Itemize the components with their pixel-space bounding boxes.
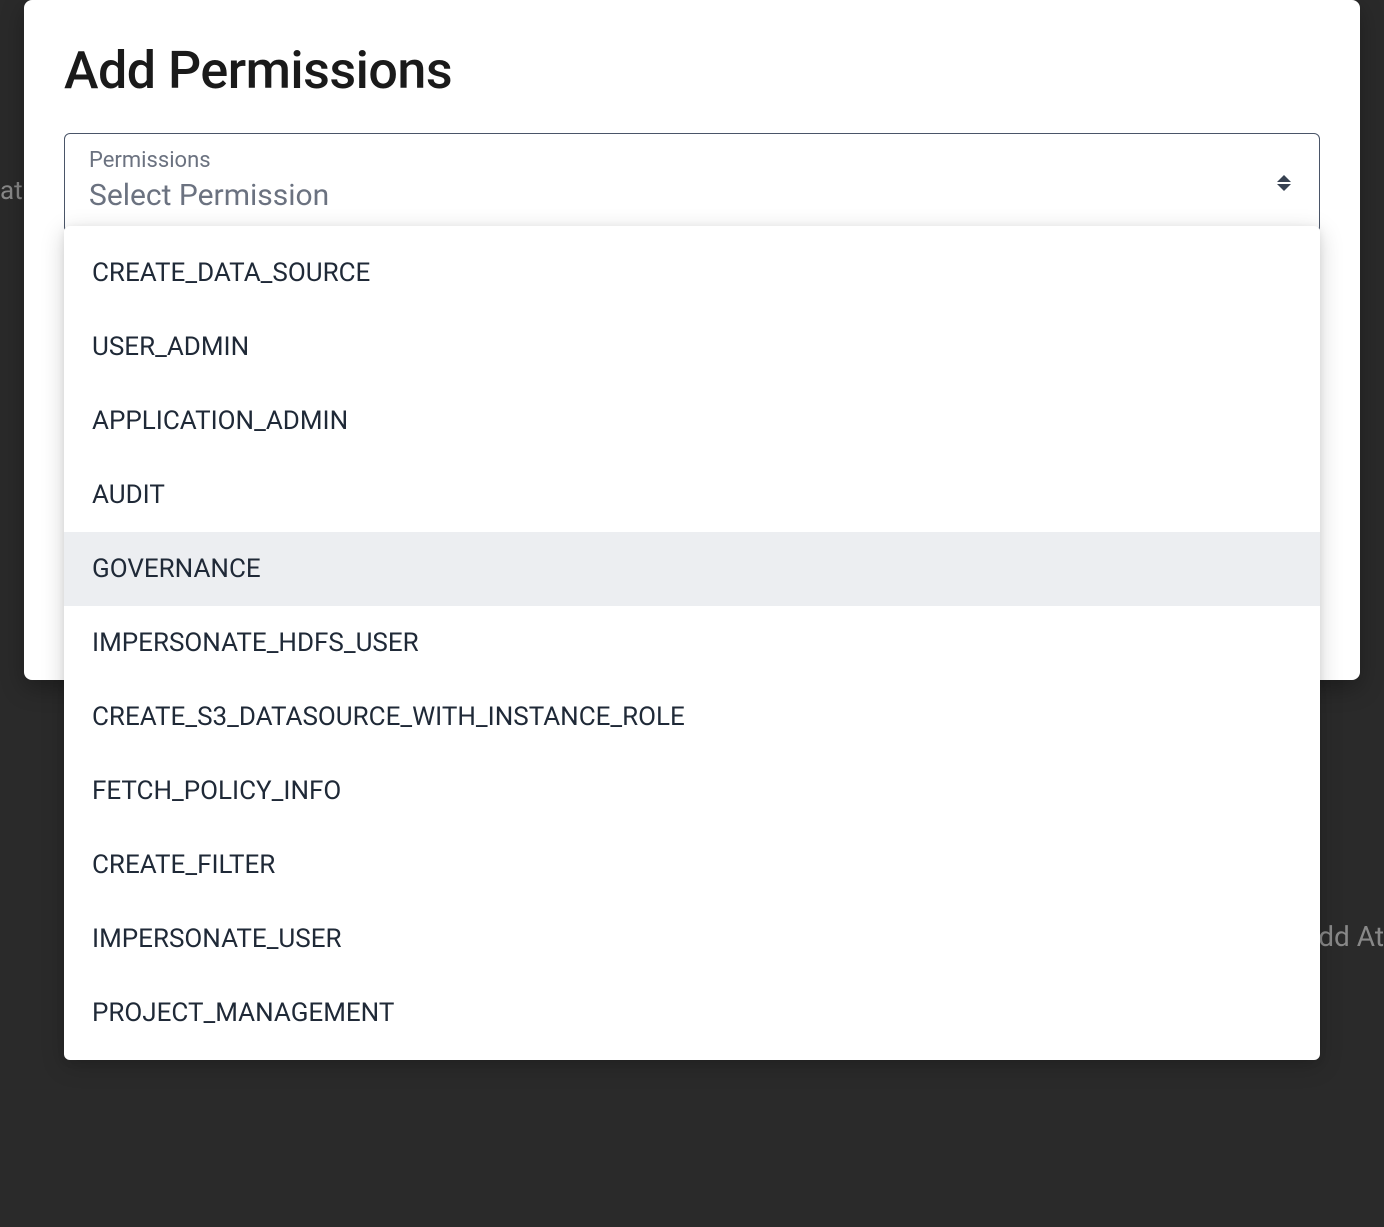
permission-option[interactable]: FETCH_POLICY_INFO	[64, 754, 1320, 828]
permissions-select[interactable]: Permissions Select Permission	[64, 133, 1320, 233]
permission-option[interactable]: IMPERSONATE_USER	[64, 902, 1320, 976]
permission-option[interactable]: PROJECT_MANAGEMENT	[64, 976, 1320, 1050]
permission-option[interactable]: CREATE_DATA_SOURCE	[64, 236, 1320, 310]
permission-option[interactable]: CREATE_FILTER	[64, 828, 1320, 902]
permission-option[interactable]: AUDIT	[64, 458, 1320, 532]
permissions-dropdown-menu: CREATE_DATA_SOURCEUSER_ADMINAPPLICATION_…	[64, 226, 1320, 1060]
permission-option[interactable]: USER_ADMIN	[64, 310, 1320, 384]
permission-option[interactable]: APPLICATION_ADMIN	[64, 384, 1320, 458]
unfold-icon	[1277, 175, 1291, 191]
chevron-up-icon	[1277, 175, 1291, 182]
permission-option[interactable]: IMPERSONATE_HDFS_USER	[64, 606, 1320, 680]
permissions-select-label: Permissions	[89, 148, 1295, 174]
permission-option[interactable]: CREATE_S3_DATASOURCE_WITH_INSTANCE_ROLE	[64, 680, 1320, 754]
permissions-select-placeholder: Select Permission	[89, 178, 1295, 214]
background-text-left: at	[0, 176, 23, 206]
modal-title: Add Permissions	[64, 40, 1320, 101]
permission-option[interactable]: GOVERNANCE	[64, 532, 1320, 606]
chevron-down-icon	[1277, 184, 1291, 191]
